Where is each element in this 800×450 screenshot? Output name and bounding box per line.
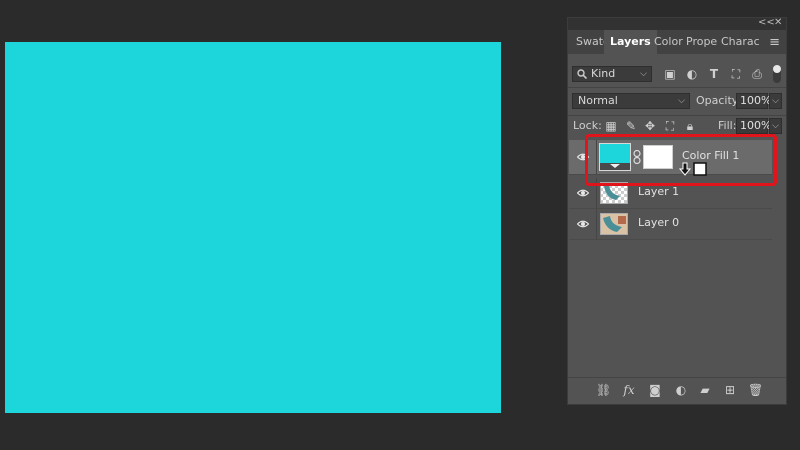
chevron-down-icon: ⌵: [772, 96, 779, 106]
lock-all-icon[interactable]: 🔒︎: [683, 119, 697, 133]
blend-row: Normal ⌵ Opacity: 100% ⌵: [568, 91, 786, 115]
layers-panel-toolbar: ⛓︎ fx ◙ ◐ ▰ ⊞ 🗑︎: [568, 377, 786, 404]
annotation-highlight-box: [585, 134, 777, 186]
delete-layer-trash-icon[interactable]: 🗑︎: [748, 383, 763, 397]
layers-panel: << ✕ Swatc Layers Color Prope Charac ≡ K…: [567, 17, 787, 405]
layer-0-thumbnail[interactable]: [600, 213, 628, 235]
adjustment-layer-filter-icon[interactable]: ◐: [685, 67, 699, 81]
opacity-label: Opacity:: [696, 94, 742, 107]
tab-properties[interactable]: Prope: [686, 30, 717, 54]
divider: [596, 209, 597, 239]
document-canvas[interactable]: [5, 42, 501, 413]
blend-mode-select[interactable]: Normal ⌵: [572, 93, 690, 109]
new-layer-icon[interactable]: ⊞: [723, 383, 737, 397]
visibility-eye-icon[interactable]: [577, 187, 589, 199]
separator: [568, 115, 786, 116]
filter-row: Kind ⌵ ▣ ◐ T ⛶ ⎙: [568, 62, 786, 86]
lock-position-icon[interactable]: ✥: [643, 119, 657, 133]
fill-input[interactable]: 100%: [736, 118, 772, 134]
kind-filter-select[interactable]: Kind ⌵: [572, 66, 652, 82]
lock-label: Lock:: [573, 119, 602, 132]
tab-color[interactable]: Color: [654, 30, 683, 54]
search-icon: [577, 69, 587, 79]
chevron-down-icon: ⌵: [678, 96, 685, 106]
panel-menu-icon[interactable]: ≡: [769, 35, 780, 50]
collapse-panels-icon[interactable]: <<: [758, 17, 775, 29]
opacity-input[interactable]: 100%: [736, 93, 772, 109]
layer-name[interactable]: Layer 1: [638, 185, 679, 198]
layer-name[interactable]: Layer 0: [638, 216, 679, 229]
blend-mode-value: Normal: [578, 94, 618, 107]
opacity-value: 100%: [740, 94, 772, 107]
fill-value: 100%: [740, 119, 772, 132]
new-adjustment-layer-icon[interactable]: ◐: [674, 383, 688, 397]
chevron-down-icon: ⌵: [640, 69, 647, 79]
link-layers-icon[interactable]: ⛓︎: [596, 383, 611, 397]
smart-object-filter-icon[interactable]: ⎙: [750, 67, 764, 81]
lock-image-pixels-icon[interactable]: ✎: [624, 119, 638, 133]
tab-layers[interactable]: Layers: [604, 30, 657, 54]
shape-layer-filter-icon[interactable]: ⛶: [729, 67, 743, 81]
add-mask-icon[interactable]: ◙: [648, 383, 662, 397]
lock-transparent-pixels-icon[interactable]: ▦: [604, 119, 618, 133]
opacity-dropdown[interactable]: ⌵: [769, 93, 782, 109]
visibility-eye-icon[interactable]: [577, 218, 589, 230]
chevron-down-icon: ⌵: [772, 121, 779, 131]
filter-toggle[interactable]: [773, 65, 781, 83]
fill-label: Fill:: [718, 119, 737, 132]
prevent-autonest-icon[interactable]: ⛶: [663, 119, 677, 133]
type-layer-filter-icon[interactable]: T: [707, 67, 721, 81]
close-panel-icon[interactable]: ✕: [774, 17, 782, 29]
separator: [568, 87, 786, 88]
fill-dropdown[interactable]: ⌵: [769, 118, 782, 134]
panel-titlebar: << ✕: [568, 17, 786, 30]
panel-tabs: Swatc Layers Color Prope Charac ≡: [568, 30, 786, 54]
tab-character[interactable]: Charac: [721, 30, 760, 54]
new-group-folder-icon[interactable]: ▰: [698, 383, 712, 397]
layer-style-fx-icon[interactable]: fx: [622, 383, 636, 397]
kind-label: Kind: [591, 67, 616, 80]
layer-row-layer-0[interactable]: Layer 0: [569, 209, 772, 240]
pixel-layer-filter-icon[interactable]: ▣: [663, 67, 677, 81]
